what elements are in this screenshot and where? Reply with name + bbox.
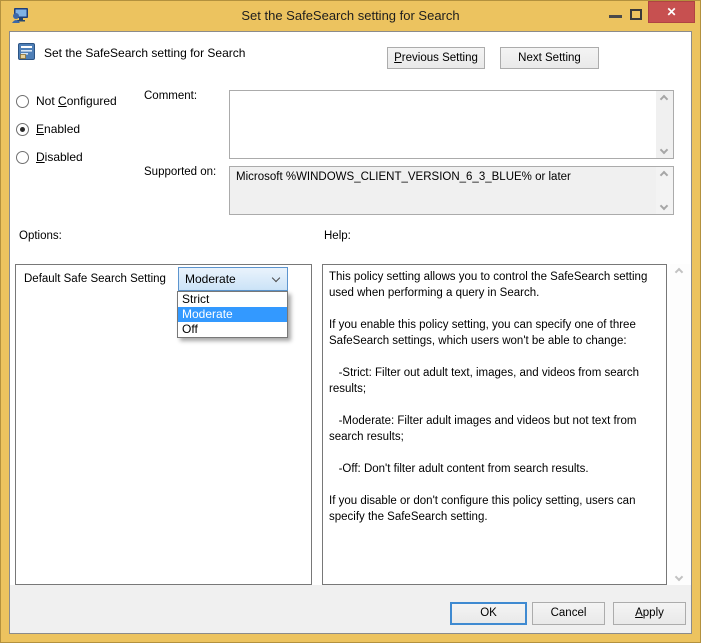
scroll-up-icon[interactable] bbox=[660, 95, 668, 103]
close-button[interactable]: ✕ bbox=[648, 1, 695, 23]
cancel-button[interactable]: Cancel bbox=[532, 602, 605, 625]
supported-scrollbar[interactable] bbox=[656, 167, 673, 214]
help-paragraph: If you enable this policy setting, you c… bbox=[329, 317, 660, 349]
safesearch-dropdown[interactable]: Moderate bbox=[178, 267, 288, 291]
help-paragraph: This policy setting allows you to contro… bbox=[329, 269, 660, 301]
help-paragraph: -Moderate: Filter adult images and video… bbox=[329, 413, 660, 445]
radio-disabled[interactable]: Disabled bbox=[16, 149, 83, 165]
supported-on-label: Supported on: bbox=[144, 166, 216, 178]
dialog-content: Set the SafeSearch setting for Search Pr… bbox=[9, 31, 692, 634]
scroll-down-icon[interactable] bbox=[660, 146, 668, 154]
policy-title: Set the SafeSearch setting for Search bbox=[44, 46, 245, 60]
previous-setting-button[interactable]: Previous Setting bbox=[387, 47, 485, 69]
help-section-label: Help: bbox=[324, 230, 351, 242]
minimize-icon[interactable] bbox=[609, 15, 622, 18]
comment-scrollbar[interactable] bbox=[656, 91, 673, 158]
radio-circle-not-configured[interactable] bbox=[16, 95, 29, 108]
scroll-up-icon[interactable] bbox=[660, 171, 668, 179]
dropdown-list: Strict Moderate Off bbox=[177, 291, 288, 338]
radio-label-not-configured: Not Configured bbox=[36, 94, 117, 108]
scroll-down-icon[interactable] bbox=[675, 573, 683, 581]
options-section-label: Options: bbox=[19, 230, 62, 242]
help-scrollbar[interactable] bbox=[670, 264, 690, 585]
supported-on-value: Microsoft %WINDOWS_CLIENT_VERSION_6_3_BL… bbox=[236, 171, 649, 183]
help-paragraph: If you disable or don't configure this p… bbox=[329, 493, 660, 525]
help-paragraph: -Strict: Filter out adult text, images, … bbox=[329, 365, 660, 397]
dropdown-value: Moderate bbox=[185, 272, 236, 286]
supported-on-box: Microsoft %WINDOWS_CLIENT_VERSION_6_3_BL… bbox=[229, 166, 674, 215]
next-setting-button[interactable]: Next Setting bbox=[500, 47, 599, 69]
radio-label-disabled: Disabled bbox=[36, 150, 83, 164]
scroll-up-icon[interactable] bbox=[675, 268, 683, 276]
radio-label-enabled: Enabled bbox=[36, 122, 80, 136]
maximize-icon[interactable] bbox=[630, 9, 642, 20]
help-paragraph: -Off: Don't filter adult content from se… bbox=[329, 461, 660, 477]
close-icon: ✕ bbox=[666, 5, 676, 19]
radio-circle-disabled[interactable] bbox=[16, 151, 29, 164]
dropdown-option-moderate[interactable]: Moderate bbox=[178, 307, 287, 322]
title-bar[interactable]: Set the SafeSearch setting for Search ✕ bbox=[1, 1, 700, 31]
apply-button[interactable]: Apply bbox=[613, 602, 686, 625]
help-panel[interactable]: This policy setting allows you to contro… bbox=[322, 264, 667, 585]
dropdown-option-strict[interactable]: Strict bbox=[178, 292, 287, 307]
dropdown-option-off[interactable]: Off bbox=[178, 322, 287, 337]
comment-label: Comment: bbox=[144, 90, 197, 102]
radio-not-configured[interactable]: Not Configured bbox=[16, 93, 117, 109]
ok-button[interactable]: OK bbox=[450, 602, 527, 625]
policy-setting-icon bbox=[18, 43, 35, 60]
radio-circle-enabled[interactable] bbox=[16, 123, 29, 136]
setting-name-label: Default Safe Search Setting bbox=[24, 273, 166, 285]
window-title: Set the SafeSearch setting for Search bbox=[1, 8, 700, 23]
policy-setting-dialog: Set the SafeSearch setting for Search ✕ … bbox=[0, 0, 701, 643]
comment-textarea[interactable] bbox=[229, 90, 674, 159]
chevron-down-icon bbox=[272, 274, 280, 282]
scroll-down-icon[interactable] bbox=[660, 202, 668, 210]
radio-enabled[interactable]: Enabled bbox=[16, 121, 80, 137]
